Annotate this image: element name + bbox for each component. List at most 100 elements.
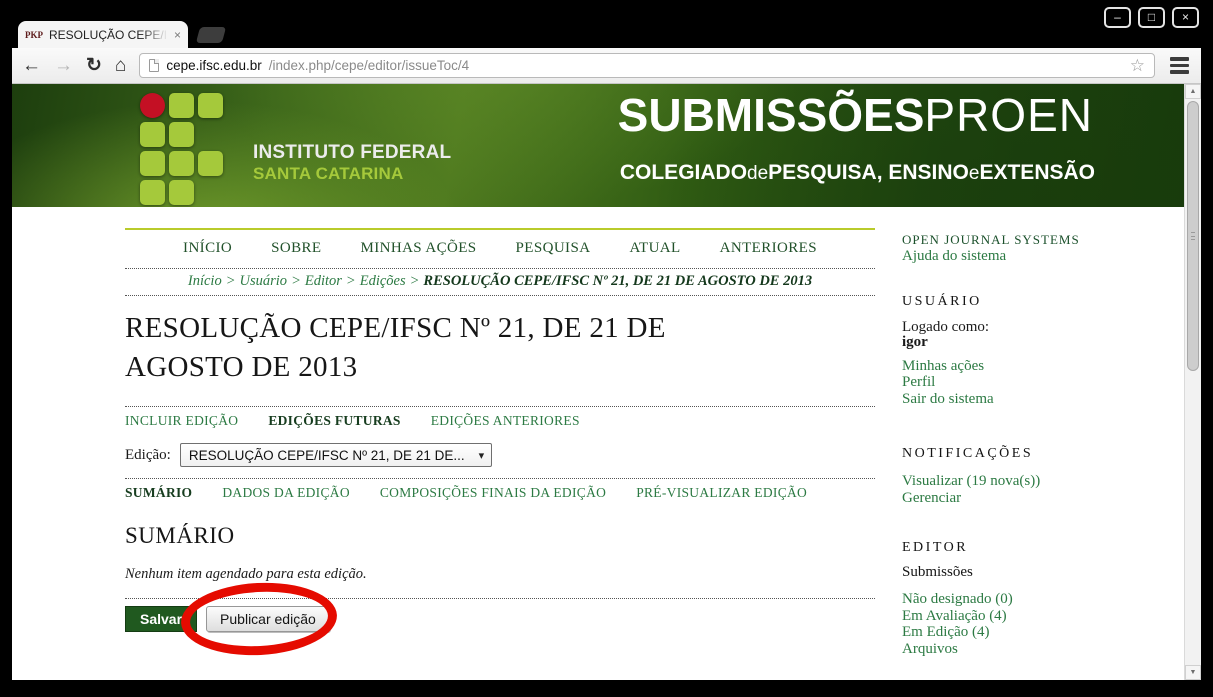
sidebar-link-arquivos[interactable]: Arquivos	[902, 641, 958, 657]
close-button[interactable]: ×	[1172, 7, 1199, 28]
nav-item-pesquisa[interactable]: PESQUISA	[516, 240, 591, 257]
journal-title-bold: SUBMISSÕES	[618, 89, 925, 141]
logged-in-label: Logado como:	[902, 320, 1182, 336]
journal-subtitle: COLEGIADOdePESQUISA, ENSINOeEXTENSÃO	[620, 161, 1095, 185]
forward-icon[interactable]: →	[54, 56, 73, 75]
action-buttons: Salvar Publicar edição	[125, 606, 875, 632]
issue-select-label: Edição:	[125, 447, 171, 464]
nav-item-minhas-acoes[interactable]: MINHAS AÇÕES	[360, 240, 476, 257]
accent-divider	[125, 228, 875, 230]
back-icon[interactable]: ←	[22, 56, 41, 75]
breadcrumb-separator: >	[226, 273, 236, 289]
url-domain: cepe.ifsc.edu.br	[166, 58, 261, 73]
nav-item-sobre[interactable]: SOBRE	[271, 240, 321, 257]
sidebar: OPEN JOURNAL SYSTEMS Ajuda do sistema US…	[902, 207, 1182, 680]
tab-composicoes-finais[interactable]: COMPOSIÇÕES FINAIS DA EDIÇÃO	[380, 485, 606, 501]
tab-edicoes-anteriores[interactable]: EDIÇÕES ANTERIORES	[431, 413, 580, 429]
reload-icon[interactable]: ↻	[86, 56, 102, 75]
tab-edicoes-futuras[interactable]: EDIÇÕES FUTURAS	[268, 413, 400, 429]
issue-select-value: RESOLUÇÃO CEPE/IFSC Nº 21, DE 21 DE...	[189, 448, 465, 463]
main-column: INÍCIO SOBRE MINHAS AÇÕES PESQUISA ATUAL…	[125, 207, 875, 680]
sidebar-link-visualizar[interactable]: Visualizar (19 nova(s))	[902, 473, 1040, 489]
institute-name: INSTITUTO FEDERAL SANTA CATARINA	[253, 142, 451, 183]
close-icon: ×	[1182, 11, 1189, 23]
sidebar-link-em-avaliacao[interactable]: Em Avaliação (4)	[902, 608, 1007, 624]
sidebar-link-gerenciar[interactable]: Gerenciar	[902, 490, 961, 506]
nav-item-inicio[interactable]: INÍCIO	[183, 240, 232, 257]
page-viewport: INSTITUTO FEDERAL SANTA CATARINA SUBMISS…	[12, 84, 1201, 680]
journal-banner: INSTITUTO FEDERAL SANTA CATARINA SUBMISS…	[12, 84, 1184, 207]
sidebar-link-perfil[interactable]: Perfil	[902, 374, 935, 390]
sidebar-heading-usuario: USUÁRIO	[902, 294, 1182, 310]
sidebar-link-sair[interactable]: Sair do sistema	[902, 391, 994, 407]
page-title: RESOLUÇÃO CEPE/IFSC Nº 21, DE 21 DE AGOS…	[125, 309, 765, 387]
maximize-button[interactable]: □	[1138, 7, 1165, 28]
tab-sumario[interactable]: SUMÁRIO	[125, 485, 192, 501]
subtitle-part: EXTENSÃO	[979, 161, 1095, 184]
scrollbar-thumb[interactable]	[1187, 101, 1199, 371]
journal-title: SUBMISSÕESPROEN	[618, 92, 1093, 138]
subtitle-part: PESQUISA, ENSINO	[768, 161, 969, 184]
empty-issue-message: Nenhum item agendado para esta edição.	[125, 566, 875, 583]
breadcrumb-separator: >	[346, 273, 356, 289]
pkp-favicon-icon: PKP	[25, 30, 43, 40]
browser-toolbar: ← → ↻ ⌂ cepe.ifsc.edu.br/index.php/cepe/…	[12, 48, 1201, 84]
sidebar-link-minhas-acoes[interactable]: Minhas ações	[902, 358, 984, 374]
subtitle-part: e	[969, 163, 980, 184]
tab-incluir-edicao[interactable]: INCLUIR EDIÇÃO	[125, 413, 238, 429]
section-tabs: SUMÁRIO DADOS DA EDIÇÃO COMPOSIÇÕES FINA…	[125, 479, 875, 506]
subtitle-part: COLEGIADO	[620, 161, 747, 184]
breadcrumb-separator: >	[291, 273, 301, 289]
vertical-scrollbar[interactable]: ▲ ▼	[1184, 84, 1201, 680]
sidebar-link-em-edicao[interactable]: Em Edição (4)	[902, 624, 989, 640]
breadcrumb: Início>Usuário>Editor>Edições>RESOLUÇÃO …	[125, 268, 875, 296]
minimize-button[interactable]: –	[1104, 7, 1131, 28]
sidebar-heading-notificacoes: NOTIFICAÇÕES	[902, 446, 1182, 462]
scroll-down-icon[interactable]: ▼	[1185, 665, 1201, 680]
issue-tabs: INCLUIR EDIÇÃO EDIÇÕES FUTURAS EDIÇÕES A…	[125, 407, 875, 434]
save-button[interactable]: Salvar	[125, 606, 197, 632]
sidebar-link-ajuda[interactable]: Ajuda do sistema	[902, 248, 1006, 264]
sidebar-link-nao-designado[interactable]: Não designado (0)	[902, 591, 1013, 607]
sidebar-heading-ojs: OPEN JOURNAL SYSTEMS	[902, 232, 1182, 248]
breadcrumb-link-usuario[interactable]: Usuário	[240, 273, 288, 289]
issue-select[interactable]: RESOLUÇÃO CEPE/IFSC Nº 21, DE 21 DE... ▾	[180, 443, 492, 467]
breadcrumb-link-editor[interactable]: Editor	[305, 273, 342, 289]
new-tab-button[interactable]	[196, 27, 226, 43]
bookmark-star-icon[interactable]: ☆	[1130, 57, 1145, 74]
breadcrumb-separator: >	[410, 273, 420, 289]
maximize-icon: □	[1148, 11, 1155, 23]
menu-icon[interactable]	[1168, 55, 1191, 76]
tab-dados-da-edicao[interactable]: DADOS DA EDIÇÃO	[222, 485, 350, 501]
logged-in-username: igor	[902, 335, 1182, 351]
browser-window: PKP RESOLUÇÃO CEPE/IFSC × – □ × ← → ↻ ⌂ …	[0, 0, 1213, 697]
journal-title-light: PROEN	[924, 89, 1093, 141]
browser-tab[interactable]: PKP RESOLUÇÃO CEPE/IFSC ×	[18, 21, 188, 48]
sidebar-heading-editor: EDITOR	[902, 540, 1182, 556]
page-content: INÍCIO SOBRE MINHAS AÇÕES PESQUISA ATUAL…	[12, 207, 1184, 680]
home-icon[interactable]: ⌂	[115, 56, 126, 75]
ifsc-logo-icon	[140, 93, 223, 205]
nav-item-atual[interactable]: ATUAL	[629, 240, 680, 257]
section-heading: SUMÁRIO	[125, 523, 875, 549]
tab-pre-visualizar[interactable]: PRÉ-VISUALIZAR EDIÇÃO	[636, 485, 807, 501]
breadcrumb-link-inicio[interactable]: Início	[188, 273, 222, 289]
sidebar-subheading-submissoes: Submissões	[902, 564, 1182, 581]
breadcrumb-current: RESOLUÇÃO CEPE/IFSC Nº 21, DE 21 DE AGOS…	[423, 273, 812, 289]
tab-title: RESOLUÇÃO CEPE/IFSC	[49, 28, 168, 42]
publish-issue-button[interactable]: Publicar edição	[206, 606, 330, 632]
divider	[125, 598, 875, 599]
address-bar[interactable]: cepe.ifsc.edu.br/index.php/cepe/editor/i…	[139, 53, 1155, 78]
scrollbar-grip	[1191, 232, 1195, 240]
window-controls: – □ ×	[1104, 7, 1199, 28]
page-icon	[149, 59, 159, 72]
breadcrumb-link-edicoes[interactable]: Edições	[360, 273, 406, 289]
nav-item-anteriores[interactable]: ANTERIORES	[720, 240, 817, 257]
scroll-up-icon[interactable]: ▲	[1185, 84, 1201, 99]
tab-close-icon[interactable]: ×	[174, 29, 181, 41]
url-path: /index.php/cepe/editor/issueToc/4	[269, 58, 469, 73]
institute-name-line1: INSTITUTO FEDERAL	[253, 142, 451, 164]
minimize-icon: –	[1114, 11, 1121, 23]
main-navigation: INÍCIO SOBRE MINHAS AÇÕES PESQUISA ATUAL…	[125, 240, 875, 257]
subtitle-part: de	[747, 163, 768, 184]
